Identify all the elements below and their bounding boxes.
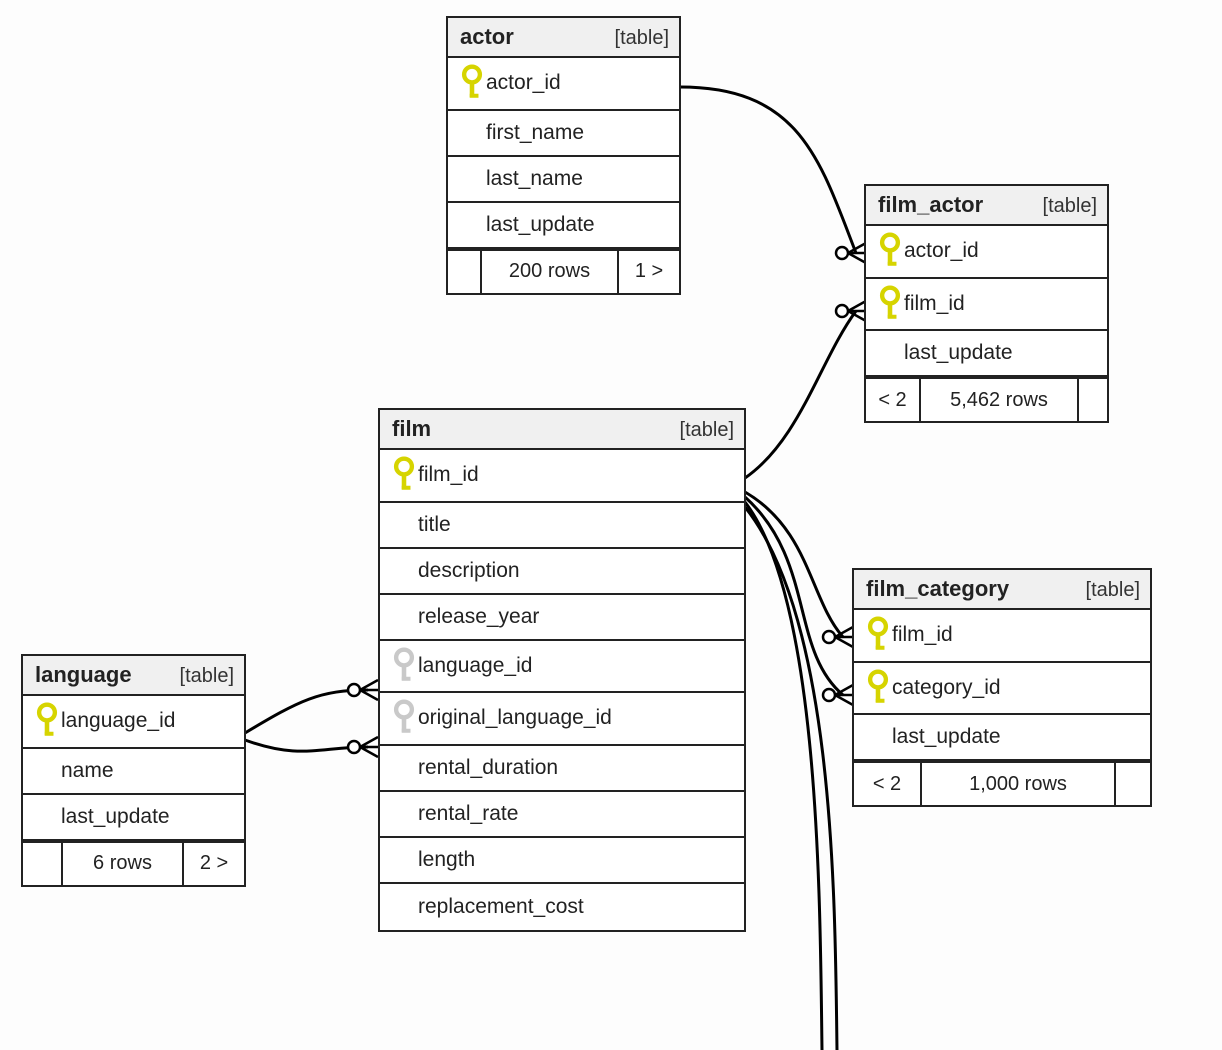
entity-name: film_actor [878, 192, 983, 218]
entity-name: film_category [866, 576, 1009, 602]
entity-header: film_category [table] [854, 570, 1150, 610]
entity-language[interactable]: language [table] language_id name last_u… [21, 654, 246, 887]
primary-key-icon [390, 456, 418, 495]
column-row: rental_duration [380, 746, 744, 792]
footer-nav-right[interactable]: 2 > [184, 843, 244, 885]
column-row: title [380, 503, 744, 549]
footer-left[interactable] [23, 843, 63, 885]
footer-nav-left[interactable]: < 2 [854, 763, 922, 805]
entity-footer: 200 rows 1 > [448, 249, 679, 293]
column-name: length [418, 848, 475, 872]
column-row: film_id [866, 279, 1107, 332]
row-count: 1,000 rows [922, 763, 1116, 805]
row-count: 200 rows [482, 251, 619, 293]
entity-name: language [35, 662, 132, 688]
entity-name: film [392, 416, 431, 442]
column-row: last_update [448, 203, 679, 249]
column-name: first_name [486, 121, 584, 145]
entity-type: [table] [1086, 579, 1140, 602]
column-row: actor_id [866, 226, 1107, 279]
footer-nav-right[interactable]: 1 > [619, 251, 679, 293]
column-row: actor_id [448, 58, 679, 111]
column-name: language_id [418, 654, 532, 678]
column-name: last_update [904, 341, 1013, 365]
footer-nav-left[interactable]: < 2 [866, 379, 921, 421]
primary-key-icon [876, 285, 904, 324]
entity-type: [table] [180, 665, 234, 688]
footer-left[interactable] [448, 251, 482, 293]
column-name: replacement_cost [418, 895, 584, 919]
entity-header: film [table] [380, 410, 744, 450]
entity-name: actor [460, 24, 514, 50]
column-row: original_language_id [380, 693, 744, 746]
column-row: film_id [854, 610, 1150, 663]
row-count: 5,462 rows [921, 379, 1079, 421]
column-row: category_id [854, 663, 1150, 716]
primary-key-icon [864, 669, 892, 708]
entity-type: [table] [680, 419, 734, 442]
column-row: release_year [380, 595, 744, 641]
primary-key-icon [864, 616, 892, 655]
primary-key-icon [33, 702, 61, 741]
column-name: last_update [486, 213, 595, 237]
entity-type: [table] [1043, 195, 1097, 218]
primary-key-icon [876, 232, 904, 271]
column-name: actor_id [904, 239, 979, 263]
row-count: 6 rows [63, 843, 184, 885]
column-name: last_name [486, 167, 583, 191]
column-name: description [418, 559, 520, 583]
entity-film[interactable]: film [table] film_id title description r… [378, 408, 746, 932]
entity-actor[interactable]: actor [table] actor_id first_name last_n… [446, 16, 681, 295]
column-name: title [418, 513, 451, 537]
column-row: replacement_cost [380, 884, 744, 930]
entity-film-actor[interactable]: film_actor [table] actor_id film_id last… [864, 184, 1109, 423]
column-name: category_id [892, 676, 1001, 700]
entity-footer: < 2 5,462 rows [866, 377, 1107, 421]
column-name: name [61, 759, 114, 783]
column-name: film_id [904, 292, 965, 316]
foreign-key-icon [390, 699, 418, 738]
column-name: actor_id [486, 71, 561, 95]
entity-header: language [table] [23, 656, 244, 696]
entity-header: film_actor [table] [866, 186, 1107, 226]
column-name: language_id [61, 709, 175, 733]
column-row: first_name [448, 111, 679, 157]
column-row: last_name [448, 157, 679, 203]
column-name: original_language_id [418, 706, 612, 730]
entity-footer: 6 rows 2 > [23, 841, 244, 885]
column-row: last_update [866, 331, 1107, 377]
column-name: last_update [61, 805, 170, 829]
column-name: rental_rate [418, 802, 518, 826]
entity-type: [table] [615, 27, 669, 50]
column-name: film_id [418, 463, 479, 487]
column-row: description [380, 549, 744, 595]
column-name: film_id [892, 623, 953, 647]
column-row: rental_rate [380, 792, 744, 838]
entity-header: actor [table] [448, 18, 679, 58]
column-row: last_update [854, 715, 1150, 761]
footer-right[interactable] [1116, 763, 1150, 805]
entity-footer: < 2 1,000 rows [854, 761, 1150, 805]
column-row: film_id [380, 450, 744, 503]
column-name: release_year [418, 605, 539, 629]
column-row: last_update [23, 795, 244, 841]
column-row: language_id [23, 696, 244, 749]
primary-key-icon [458, 64, 486, 103]
column-row: length [380, 838, 744, 884]
column-row: name [23, 749, 244, 795]
column-row: language_id [380, 641, 744, 694]
entity-film-category[interactable]: film_category [table] film_id category_i… [852, 568, 1152, 807]
column-name: rental_duration [418, 756, 558, 780]
column-name: last_update [892, 725, 1001, 749]
foreign-key-icon [390, 647, 418, 686]
footer-right[interactable] [1079, 379, 1107, 421]
